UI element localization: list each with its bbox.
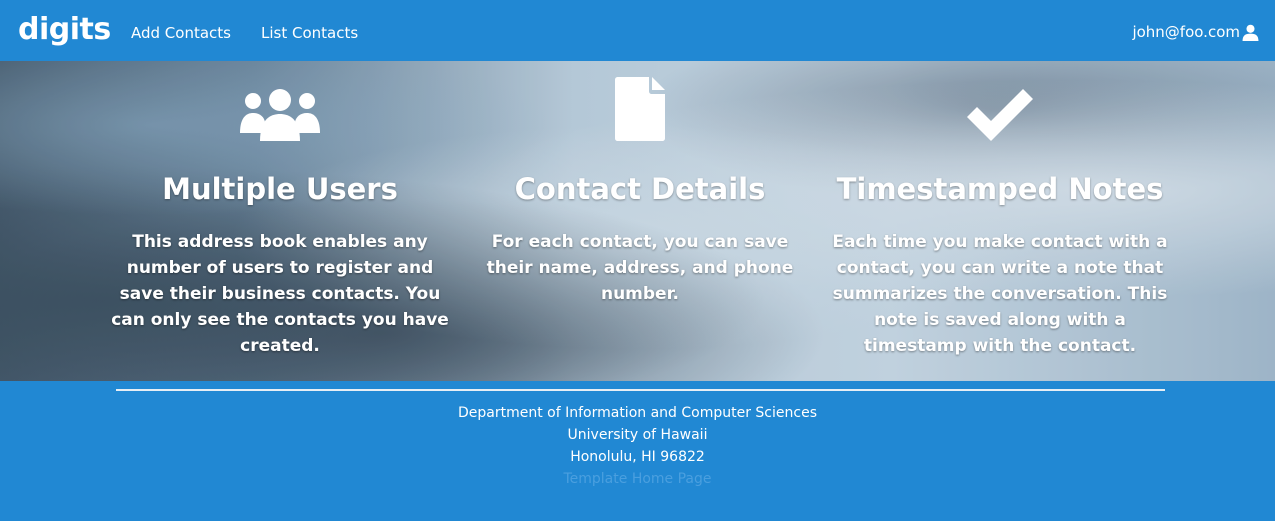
- brand-logo[interactable]: digits: [18, 12, 111, 48]
- nav-list-contacts[interactable]: List Contacts: [261, 24, 358, 42]
- feature-contact-details: Contact Details For each contact, you ca…: [460, 61, 820, 307]
- footer: Department of Information and Computer S…: [0, 381, 1275, 521]
- feature-title: Contact Details: [514, 172, 766, 206]
- file-icon: [460, 61, 820, 141]
- navbar: digits Add Contacts List Contacts john@f…: [0, 0, 1275, 61]
- feature-timestamped-notes: Timestamped Notes Each time you make con…: [820, 61, 1180, 359]
- footer-location: Honolulu, HI 96822: [570, 449, 705, 465]
- checkmark-icon: [820, 61, 1180, 141]
- user-email: john@foo.com: [1132, 23, 1240, 41]
- user-icon: [1242, 24, 1259, 41]
- feature-title: Multiple Users: [162, 172, 398, 206]
- nav-add-contacts[interactable]: Add Contacts: [131, 24, 231, 42]
- footer-university: University of Hawaii: [567, 427, 708, 443]
- footer-divider: [116, 389, 1165, 391]
- feature-description: For each contact, you can save their nam…: [486, 232, 794, 304]
- feature-description: Each time you make contact with a contac…: [832, 232, 1168, 356]
- hero-banner: Multiple Users This address book enables…: [0, 61, 1275, 381]
- feature-description: This address book enables any number of …: [111, 232, 449, 356]
- users-icon: [100, 61, 460, 141]
- feature-title: Timestamped Notes: [836, 172, 1164, 206]
- footer-department: Department of Information and Computer S…: [457, 405, 817, 421]
- template-home-link[interactable]: Template Home Page: [0, 468, 1275, 490]
- user-menu[interactable]: john@foo.com: [1132, 23, 1259, 41]
- feature-multiple-users: Multiple Users This address book enables…: [100, 61, 460, 359]
